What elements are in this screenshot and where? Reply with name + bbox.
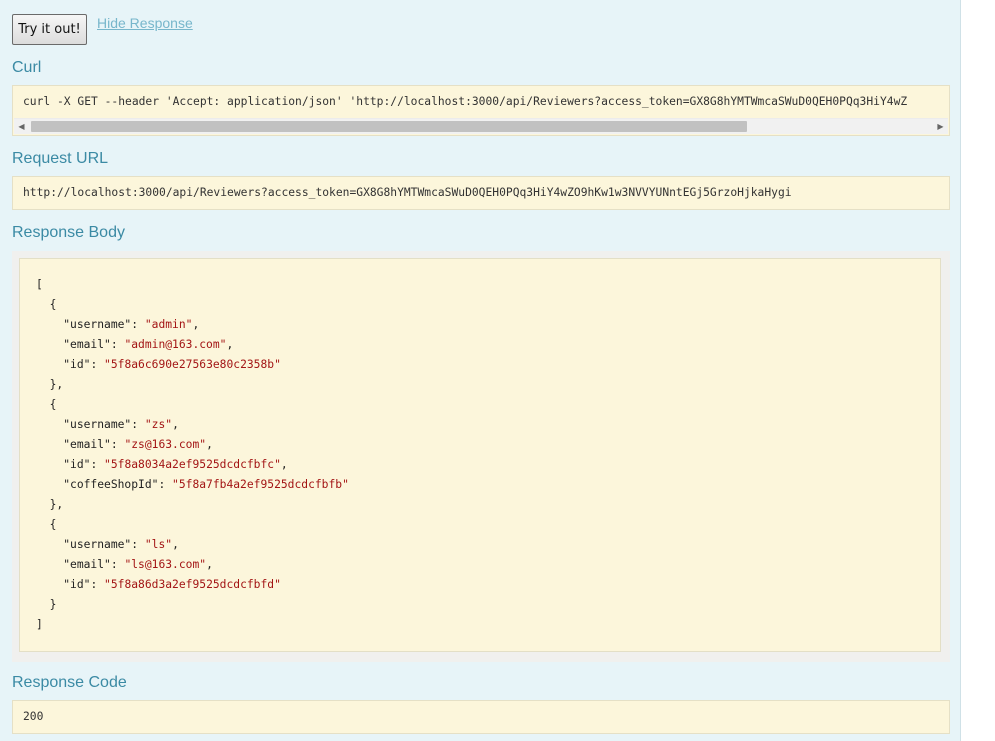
json-line: "id": "5f8a6c690e27563e80c2358b" [36,355,281,375]
json-bracket: [ [36,278,43,291]
json-line: "coffeeShopId": "5f8a7fb4a2ef9525dcdcfbf… [36,475,349,495]
json-string-value: "5f8a7fb4a2ef9525dcdcfbfb" [172,478,349,491]
json-key: "username" [63,418,132,431]
curl-command-box[interactable]: curl -X GET --header 'Accept: applicatio… [12,85,950,136]
json-line: }, [36,375,64,395]
json-string-value: "5f8a6c690e27563e80c2358b" [104,358,281,371]
json-line: { [36,515,57,535]
left-arrow-icon[interactable]: ◀ [14,119,29,134]
json-string-value: "zs@163.com" [124,438,207,451]
json-key: "username" [63,318,132,331]
json-key: "id" [63,458,91,471]
hide-response-link[interactable]: Hide Response [97,15,193,31]
json-line: ] [36,615,43,635]
json-punctuation: , [172,538,179,551]
json-line: "username": "ls", [36,535,179,555]
json-line: [ [36,275,43,295]
json-line: "email": "zs@163.com", [36,435,213,455]
curl-horizontal-scrollbar[interactable]: ◀ ▶ [14,118,948,134]
json-punctuation: , [206,438,213,451]
request-url-section-title: Request URL [12,150,109,167]
json-punctuation: , [226,338,234,351]
json-string-value: "zs" [144,418,173,431]
json-string-value: "5f8a86d3a2ef9525dcdcfbfd" [104,578,281,591]
json-key: "id" [63,358,91,371]
try-it-out-button[interactable]: Try it out! [12,14,87,45]
json-key: "email" [63,558,111,571]
response-code-section-title: Response Code [12,674,127,691]
request-url-box: http://localhost:3000/api/Reviewers?acce… [12,176,950,210]
json-line: "username": "zs", [36,415,179,435]
json-string-value: "admin" [144,318,193,331]
json-line: "id": "5f8a86d3a2ef9525dcdcfbfd" [36,575,281,595]
json-line: "email": "ls@163.com", [36,555,213,575]
json-line: "id": "5f8a8034a2ef9525dcdcfbfc", [36,455,288,475]
scrollbar-thumb[interactable] [31,121,747,132]
json-punctuation: , [172,418,179,431]
response-body-section-title: Response Body [12,224,125,241]
json-key: "coffeeShopId" [63,478,159,491]
json-line: { [36,295,57,315]
json-string-value: "ls" [144,538,173,551]
json-key: "email" [63,438,111,451]
json-line: }, [36,495,64,515]
json-line: { [36,395,57,415]
json-bracket: ] [36,618,43,631]
json-line: "email": "admin@163.com", [36,335,233,355]
json-punctuation: , [206,558,213,571]
json-line: } [36,595,57,615]
json-bracket: { [49,518,57,531]
json-line: "username": "admin", [36,315,199,335]
json-bracket: }, [49,498,64,511]
json-key: "username" [63,538,132,551]
operation-panel: Try it out! Hide Response Curl curl -X G… [0,0,961,741]
json-string-value: "5f8a8034a2ef9525dcdcfbfc" [104,458,281,471]
request-url-text: http://localhost:3000/api/Reviewers?acce… [23,186,792,199]
json-string-value: "ls@163.com" [124,558,207,571]
curl-section-title: Curl [12,59,42,76]
json-key: "id" [63,578,91,591]
json-key: "email" [63,338,111,351]
json-bracket: { [49,398,57,411]
response-body-container: [ { "username": "admin", "email": "admin… [12,251,950,662]
json-punctuation: , [280,458,288,471]
response-code-value: 200 [23,710,44,723]
curl-command-text: curl -X GET --header 'Accept: applicatio… [23,95,908,108]
right-arrow-icon[interactable]: ▶ [933,119,948,134]
json-bracket: } [49,598,57,611]
response-body-json[interactable]: [ { "username": "admin", "email": "admin… [19,258,941,652]
json-string-value: "admin@163.com" [124,338,227,351]
json-bracket: }, [49,378,64,391]
json-punctuation: , [192,318,200,331]
response-code-box: 200 [12,700,950,734]
json-bracket: { [49,298,57,311]
